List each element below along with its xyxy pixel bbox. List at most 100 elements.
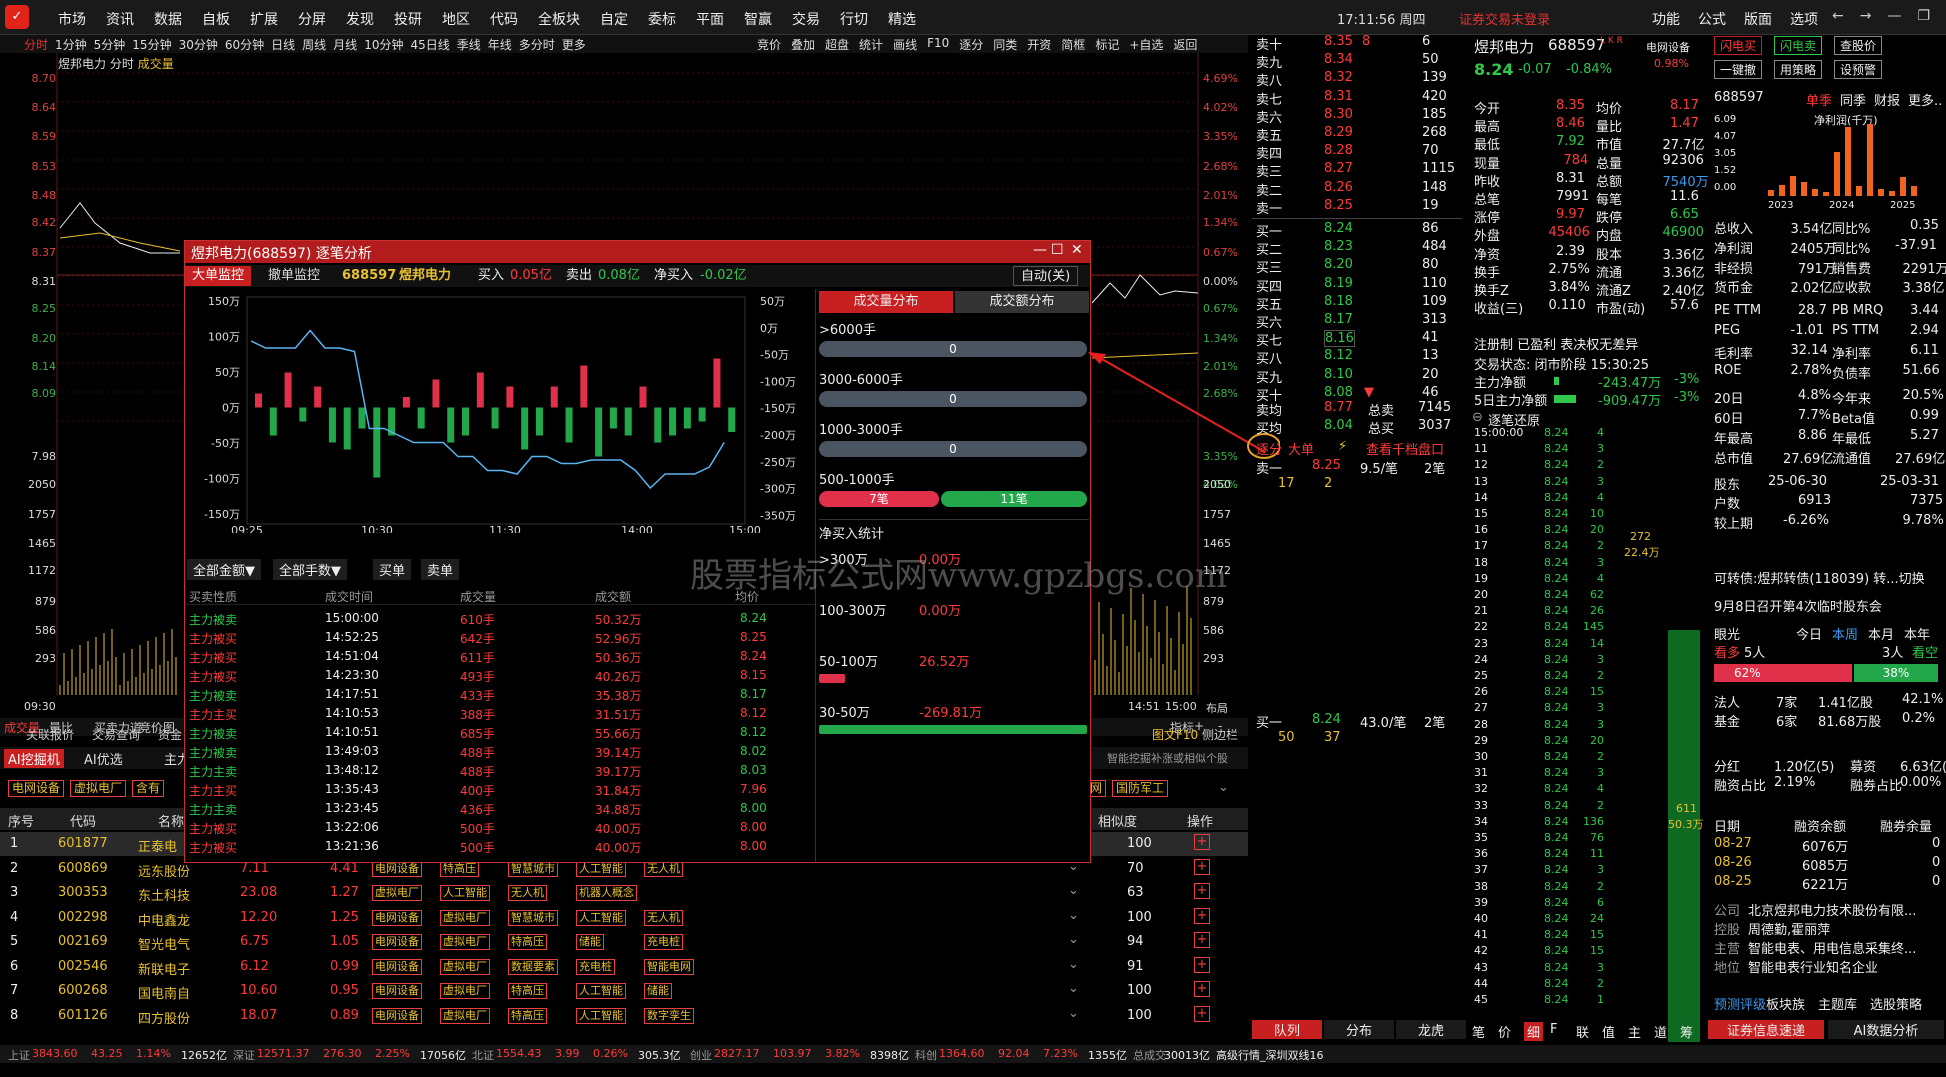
bid-row[interactable]: 买四 8.19 110 bbox=[1252, 276, 1462, 295]
menu-item[interactable]: 智赢 bbox=[744, 9, 772, 29]
layout-button[interactable]: 布局 bbox=[1206, 700, 1228, 716]
opinion-tab[interactable]: 本周 bbox=[1832, 624, 1858, 643]
chevron-down-icon[interactable]: ⌄ bbox=[1068, 957, 1079, 972]
menu-item[interactable]: 自板 bbox=[202, 9, 230, 29]
period-tab[interactable]: 45日线 bbox=[410, 36, 449, 53]
menu-item[interactable]: 代码 bbox=[490, 9, 518, 29]
queue-bottom-tab[interactable]: 队列 bbox=[1252, 1020, 1322, 1039]
ask-row[interactable]: 卖八 8.32 139 bbox=[1252, 70, 1462, 89]
period-tab[interactable]: 10分钟 bbox=[364, 36, 403, 53]
ask-row[interactable]: 卖五 8.29 268 bbox=[1252, 125, 1462, 144]
menu-item[interactable]: 自定 bbox=[600, 9, 628, 29]
forward-icon[interactable]: → bbox=[1860, 8, 1872, 24]
bull-bar[interactable]: 62% bbox=[1714, 664, 1852, 682]
trade-row[interactable]: 主力被卖 14:10:51 685手 55.66万 8.12 bbox=[185, 723, 815, 742]
row-tag[interactable]: 电网设备 bbox=[372, 909, 422, 926]
table-row[interactable]: 6 002546 新联电子 6.12 0.99 电网设备 虚拟电厂 数据要素 充电桩 智能电网 ⌄ 9… bbox=[0, 955, 1248, 979]
ai-tab[interactable]: AI挖掘机 bbox=[4, 749, 64, 768]
fin-link[interactable]: 板块族 bbox=[1766, 994, 1805, 1013]
period-tab[interactable]: 日线 bbox=[271, 36, 295, 53]
trade-col-header[interactable]: 成交量 bbox=[460, 588, 496, 605]
chevron-down-icon[interactable]: ⌄ bbox=[1218, 780, 1229, 795]
chevron-down-icon[interactable]: ⌄ bbox=[1068, 1006, 1079, 1021]
side-tab[interactable]: 侧边栏 bbox=[1202, 726, 1238, 743]
chevron-down-icon[interactable]: ⌄ bbox=[1068, 908, 1079, 923]
trade-row[interactable]: 主力主买 13:35:43 400手 31.84万 7.96 bbox=[185, 780, 815, 799]
period-tab[interactable]: 15分钟 bbox=[132, 36, 171, 53]
side-tab[interactable]: 图文F10 bbox=[1152, 726, 1198, 743]
fin-link[interactable]: 选股策略 bbox=[1870, 994, 1922, 1013]
chevron-down-icon[interactable]: ⌄ bbox=[1068, 932, 1079, 947]
opinion-tab[interactable]: 本年 bbox=[1904, 624, 1930, 643]
row-tag[interactable]: 电网设备 bbox=[372, 958, 422, 975]
login-status[interactable]: 证券交易未登录 bbox=[1459, 9, 1550, 28]
fin-link[interactable]: 预测评级 bbox=[1714, 994, 1766, 1013]
tab-by-minute[interactable]: 逐分 bbox=[1256, 439, 1282, 458]
row-tag[interactable]: 智能电网 bbox=[644, 958, 694, 975]
opinion-tab[interactable]: 本月 bbox=[1868, 624, 1894, 643]
tool-button[interactable]: 标记 bbox=[1095, 36, 1119, 53]
trade-row[interactable]: 主力主买 14:10:53 388手 31.51万 8.12 bbox=[185, 704, 815, 723]
restore-icon[interactable]: ❐ bbox=[1917, 8, 1930, 24]
row-tag[interactable]: 储能 bbox=[576, 934, 604, 950]
tick-bottom-tab[interactable]: 笔 bbox=[1472, 1022, 1485, 1041]
tool-button[interactable]: 逐分 bbox=[959, 36, 983, 53]
trade-row[interactable]: 主力主卖 13:48:12 488手 39.17万 8.03 bbox=[185, 761, 815, 780]
trade-row[interactable]: 主力被买 14:51:04 611手 50.36万 8.24 bbox=[185, 647, 815, 666]
concept-chip[interactable]: 电网设备 bbox=[8, 780, 65, 797]
add-icon[interactable]: + bbox=[1194, 956, 1210, 973]
meeting-notice[interactable]: 9月8日召开第4次临时股东会 bbox=[1714, 596, 1882, 615]
tool-button[interactable]: 同类 bbox=[993, 36, 1017, 53]
add-icon[interactable]: + bbox=[1194, 834, 1210, 850]
trade-col-header[interactable]: 成交时间 bbox=[325, 588, 373, 605]
row-tag[interactable]: 电网设备 bbox=[372, 1007, 422, 1024]
menu-item[interactable]: 市场 bbox=[58, 9, 86, 29]
right-menu-item[interactable]: 版面 bbox=[1744, 9, 1772, 29]
row-tag[interactable]: 虚拟电厂 bbox=[440, 934, 490, 950]
menu-item[interactable]: 全板块 bbox=[538, 9, 580, 29]
view-depth-link[interactable]: 查看千档盘口 bbox=[1366, 439, 1444, 458]
link-tab[interactable]: 交易查询 bbox=[92, 726, 140, 743]
row-tag[interactable]: 储能 bbox=[644, 983, 672, 999]
menu-item[interactable]: 交易 bbox=[792, 9, 820, 29]
link-tab[interactable]: 关联报价 bbox=[26, 726, 74, 743]
row-tag[interactable]: 电网设备 bbox=[372, 983, 422, 999]
tick-bottom-tab[interactable]: 细 bbox=[1524, 1022, 1544, 1041]
action-button[interactable]: 设预警 bbox=[1834, 60, 1883, 79]
ask-row[interactable]: 卖六 8.30 185 bbox=[1252, 107, 1462, 126]
dist-tab-amount[interactable]: 成交额分布 bbox=[955, 291, 1089, 313]
row-tag[interactable]: 特高压 bbox=[508, 934, 547, 950]
tool-button[interactable]: 统计 bbox=[859, 36, 883, 53]
period-tab[interactable]: 更多 bbox=[562, 36, 586, 53]
close-icon[interactable]: ✕ bbox=[1071, 242, 1083, 258]
trade-filter[interactable]: 买单 bbox=[373, 559, 412, 580]
trade-row[interactable]: 主力被买 13:21:36 500手 40.00万 8.00 bbox=[185, 837, 815, 856]
table-row[interactable]: 4 002298 中电鑫龙 12.20 1.25 电网设备 虚拟电厂 智慧城市 人工智能 无人机 ⌄… bbox=[0, 906, 1248, 930]
row-tag[interactable]: 充电桩 bbox=[644, 934, 683, 950]
link-tab[interactable]: 资金 bbox=[158, 726, 182, 743]
action-button[interactable]: 查股价 bbox=[1834, 36, 1883, 55]
period-tab[interactable]: 分时 bbox=[24, 36, 48, 53]
fin-bottom-tab[interactable]: AI数据分析 bbox=[1828, 1020, 1944, 1039]
maximize-icon[interactable]: ☐ bbox=[1051, 242, 1064, 258]
menu-item[interactable]: 数据 bbox=[154, 9, 182, 29]
fin-tab[interactable]: 更多.. bbox=[1908, 90, 1942, 109]
trade-row[interactable]: 主力被买 13:22:06 500手 40.00万 8.00 bbox=[185, 818, 815, 837]
row-tag[interactable]: 虚拟电厂 bbox=[440, 983, 490, 999]
tab-cancel-order[interactable]: 撤单监控 bbox=[261, 266, 327, 286]
queue-bottom-tab[interactable]: 分布 bbox=[1324, 1020, 1394, 1039]
tick-bottom-tab[interactable]: 筹 bbox=[1680, 1022, 1693, 1041]
queue-bottom-tab[interactable]: 龙虎 bbox=[1396, 1020, 1466, 1039]
bid-row[interactable]: 买六 8.17 313 bbox=[1252, 312, 1462, 331]
ask-row[interactable]: 卖九 8.34 50 bbox=[1252, 52, 1462, 71]
action-button[interactable]: 一键撤 bbox=[1714, 60, 1763, 79]
row-tag[interactable]: 虚拟电厂 bbox=[440, 958, 490, 975]
row-tag[interactable]: 数字孪生 bbox=[644, 1007, 694, 1024]
row-tag[interactable]: 虚拟电厂 bbox=[440, 1007, 490, 1024]
tick-bottom-tab[interactable]: 道 bbox=[1654, 1022, 1667, 1041]
right-menu-item[interactable]: 公式 bbox=[1698, 9, 1726, 29]
fin-link[interactable]: 主题库 bbox=[1818, 994, 1857, 1013]
ask-row[interactable]: 卖二 8.26 148 bbox=[1252, 180, 1462, 199]
tick-bottom-tab[interactable]: 值 bbox=[1602, 1022, 1615, 1041]
period-tab[interactable]: 5分钟 bbox=[94, 36, 126, 53]
